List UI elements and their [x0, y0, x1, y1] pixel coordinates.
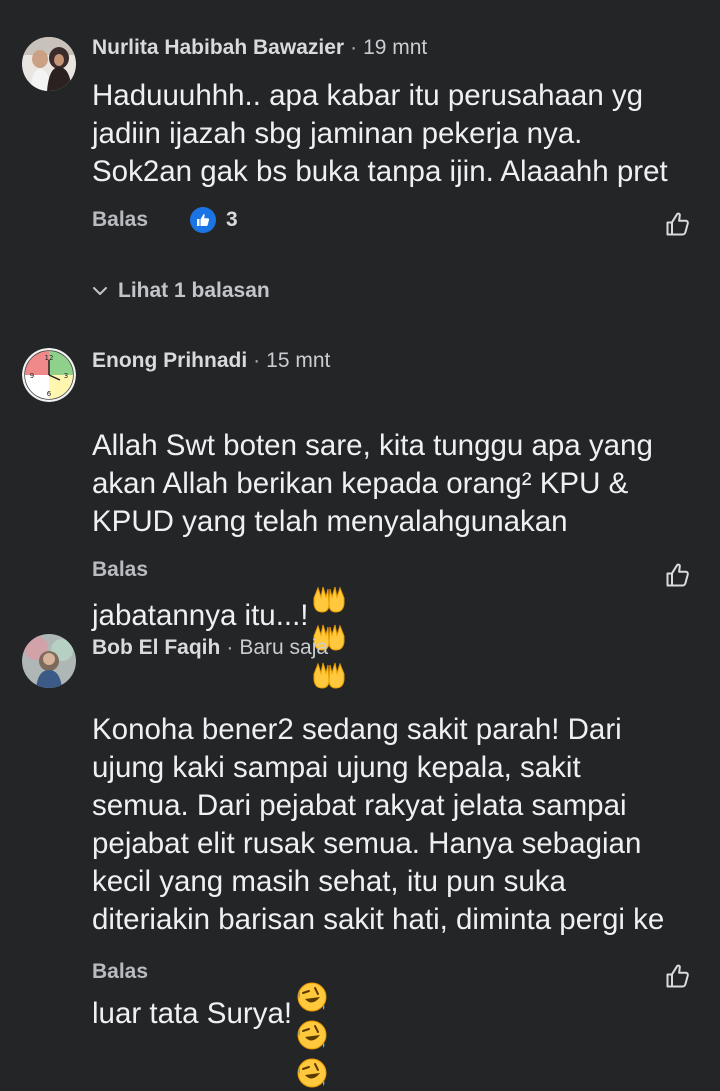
author-name[interactable]: Bob El Faqih — [92, 636, 220, 659]
like-button[interactable] — [664, 962, 692, 990]
thumbs-up-outline-icon — [666, 964, 689, 988]
comment-text: Konoha bener2 sedang sakit parah! Dari u… — [92, 713, 665, 1030]
avatar[interactable] — [22, 634, 76, 688]
raising-hands-emoji — [313, 586, 345, 613]
avatar[interactable]: 12 3 6 9 — [22, 348, 76, 402]
svg-text:9: 9 — [30, 372, 34, 380]
comment-time[interactable]: 19 mnt — [363, 36, 427, 59]
comment-time[interactable]: 15 mnt — [266, 349, 330, 372]
rolling-laughing-emoji — [297, 1020, 327, 1050]
view-replies-label: Lihat 1 balasan — [118, 279, 270, 302]
meta-separator: · — [350, 36, 358, 59]
meta-separator: · — [253, 349, 261, 372]
author-name[interactable]: Enong Prihnadi — [92, 349, 247, 372]
svg-text:3: 3 — [64, 372, 68, 380]
comment-text: Haduuuhhh.. apa kabar itu perusahaan yg … — [92, 79, 668, 188]
reply-button[interactable]: Balas — [92, 556, 148, 584]
thumbs-up-outline-icon — [666, 563, 689, 587]
comment-meta: Enong Prihnadi · 15 mnt — [92, 347, 330, 375]
comment-meta: Nurlita Habibah Bawazier · 19 mnt — [92, 34, 427, 62]
comment-text: Allah Swt boten sare, kita tunggu apa ya… — [92, 429, 653, 632]
like-button[interactable] — [664, 210, 692, 238]
avatar[interactable] — [22, 37, 76, 91]
svg-text:6: 6 — [47, 390, 52, 398]
meta-separator: · — [226, 636, 234, 659]
chevron-down-icon — [93, 287, 107, 295]
view-replies-link[interactable]: Lihat 1 balasan — [92, 276, 270, 306]
comment-text-block: Konoha bener2 sedang sakit parah! Dari u… — [92, 673, 702, 1091]
avatar-photo — [22, 37, 76, 91]
comment-meta: Bob El Faqih · Baru saja — [92, 634, 328, 662]
thumbs-up-outline-icon — [666, 212, 689, 236]
rolling-laughing-emoji — [297, 1058, 327, 1088]
clock-avatar-image: 12 3 6 9 — [22, 348, 76, 402]
reply-button[interactable]: Balas — [92, 958, 148, 986]
emoji-group — [296, 939, 330, 1091]
author-name[interactable]: Nurlita Habibah Bawazier — [92, 36, 344, 59]
emoji-group — [312, 541, 348, 693]
comment-time[interactable]: Baru saja — [239, 636, 328, 659]
like-button[interactable] — [664, 561, 692, 589]
reaction-count: 3 — [226, 208, 238, 231]
reply-button[interactable]: Balas — [92, 206, 148, 234]
avatar-photo — [22, 634, 76, 688]
rolling-laughing-emoji — [297, 982, 327, 1012]
like-reaction-icon — [190, 207, 216, 233]
reaction-summary[interactable]: 3 — [190, 206, 238, 234]
